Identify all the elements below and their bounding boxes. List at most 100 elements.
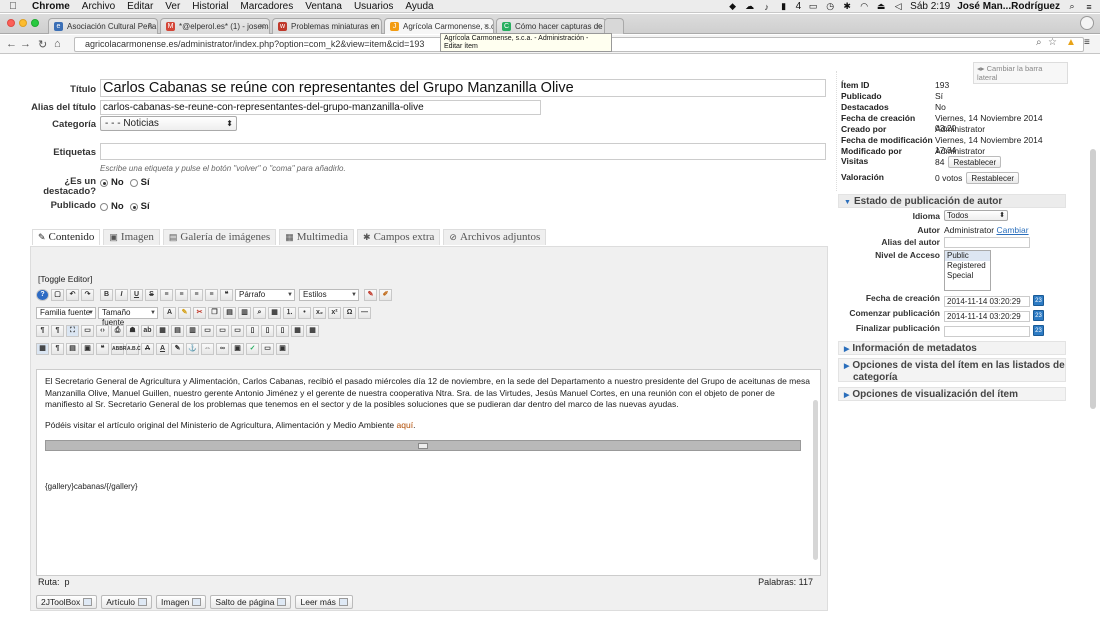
apple-menu-icon[interactable]:  bbox=[0, 1, 26, 12]
help-icon[interactable]: ? bbox=[36, 289, 49, 301]
select-all-icon[interactable]: ▦ bbox=[268, 307, 281, 319]
spotlight-icon[interactable]: ⌕ bbox=[1067, 1, 1077, 12]
pagebreak-button[interactable]: Salto de página bbox=[210, 595, 292, 609]
menu-usuarios[interactable]: Usuarios bbox=[348, 1, 399, 12]
readmore-button[interactable]: Leer más bbox=[295, 595, 353, 609]
media-icon[interactable]: ▣ bbox=[276, 343, 289, 355]
bell-icon[interactable]: ♪ bbox=[762, 2, 772, 12]
iframe-icon[interactable]: ▣ bbox=[81, 343, 94, 355]
featured-no-radio[interactable] bbox=[100, 178, 108, 187]
image-button[interactable]: Imagen bbox=[156, 595, 207, 609]
calendar-icon[interactable]: 23 bbox=[1033, 325, 1044, 336]
eraser-icon[interactable]: ✐ bbox=[379, 289, 392, 301]
path-value[interactable]: p bbox=[65, 577, 70, 587]
cut-icon[interactable]: ✂ bbox=[193, 307, 206, 319]
close-tab-icon[interactable]: × bbox=[260, 21, 265, 31]
attributes-icon[interactable]: ✎ bbox=[171, 343, 184, 355]
publish-down-input[interactable] bbox=[944, 326, 1030, 337]
tab-campos-extra[interactable]: ✱ Campos extra bbox=[357, 229, 441, 245]
numbered-list-icon[interactable]: ⒈ bbox=[283, 307, 296, 319]
page-break-marker[interactable] bbox=[45, 440, 801, 451]
blockquote-icon[interactable]: ❝ bbox=[220, 289, 233, 301]
tab-contenido[interactable]: ✎ Contenido bbox=[32, 229, 101, 245]
clean-code-icon[interactable]: ✎ bbox=[364, 289, 377, 301]
back-arrow-icon[interactable]: ← bbox=[6, 38, 17, 50]
close-tab-icon[interactable]: × bbox=[596, 21, 601, 31]
visual-aid-icon[interactable]: ▦ bbox=[36, 343, 49, 355]
category-select[interactable]: - - - Noticias ⬍ bbox=[100, 116, 237, 131]
show-blocks-icon[interactable]: ¶ bbox=[51, 343, 64, 355]
article-link[interactable]: aquí bbox=[397, 420, 414, 430]
alias-input[interactable]: carlos-cabanas-se-reune-con-representant… bbox=[100, 100, 541, 115]
fullscreen-icon[interactable]: ⛶ bbox=[66, 325, 79, 337]
extension-warning-icon[interactable]: ▲ bbox=[1066, 37, 1076, 48]
font-size-select[interactable]: Tamaño fuente ▼ bbox=[98, 307, 158, 327]
battery-status-icon[interactable]: ▮ bbox=[779, 1, 789, 12]
zoom-window-button[interactable] bbox=[31, 19, 39, 27]
page-scrollbar[interactable] bbox=[1090, 59, 1096, 615]
menu-ayuda[interactable]: Ayuda bbox=[399, 1, 439, 12]
forward-arrow-icon[interactable]: → bbox=[20, 38, 31, 50]
published-yes-radio[interactable] bbox=[129, 202, 138, 211]
copy-icon[interactable]: ❐ bbox=[208, 307, 221, 319]
close-tab-icon[interactable]: × bbox=[148, 21, 153, 31]
display-icon[interactable]: ▭ bbox=[808, 1, 818, 12]
preview-icon[interactable]: ▭ bbox=[81, 325, 94, 337]
menu-archivo[interactable]: Archivo bbox=[76, 1, 121, 12]
profile-icon[interactable] bbox=[1080, 16, 1094, 30]
calendar-icon[interactable]: 23 bbox=[1033, 310, 1044, 321]
align-left-icon[interactable]: ≡ bbox=[160, 289, 173, 301]
tab-archivos-adjuntos[interactable]: ⊘ Archivos adjuntos bbox=[443, 229, 547, 245]
cleanup-icon[interactable]: ☗ bbox=[126, 325, 139, 337]
bullet-list-icon[interactable]: • bbox=[298, 307, 311, 319]
table-cell-props-icon[interactable]: ▥ bbox=[186, 325, 199, 337]
print-icon[interactable]: ⎙ bbox=[111, 325, 124, 337]
menu-historial[interactable]: Historial bbox=[186, 1, 234, 12]
acronym-icon[interactable]: A.B.C. bbox=[126, 343, 142, 355]
close-tab-icon[interactable]: × bbox=[372, 21, 377, 31]
unlink-icon[interactable]: ⇔ bbox=[201, 343, 214, 355]
superscript-icon[interactable]: x² bbox=[328, 307, 341, 319]
character-map-icon[interactable]: Ω bbox=[343, 307, 356, 319]
user-name[interactable]: José Man...Rodríguez bbox=[957, 1, 1060, 12]
rtl-icon[interactable]: ¶ bbox=[51, 325, 64, 337]
featured-yes-radio[interactable] bbox=[129, 178, 138, 187]
volume-icon[interactable]: ◁ bbox=[893, 1, 903, 12]
published-no-radio[interactable] bbox=[100, 202, 108, 211]
access-level-listbox[interactable]: Public Registered Special bbox=[944, 250, 991, 291]
author-alias-input[interactable] bbox=[944, 237, 1030, 248]
redo-icon[interactable]: ↷ bbox=[81, 289, 94, 301]
table-row-props-icon[interactable]: ▤ bbox=[171, 325, 184, 337]
article-button[interactable]: Artículo bbox=[101, 595, 153, 609]
spellcheck-icon[interactable]: ✓ bbox=[246, 343, 259, 355]
page-scrollbar-thumb[interactable] bbox=[1090, 149, 1096, 409]
menu-ver[interactable]: Ver bbox=[159, 1, 186, 12]
subscript-icon[interactable]: x₂ bbox=[313, 307, 326, 319]
close-tab-icon[interactable]: × bbox=[484, 21, 489, 31]
layer-icon[interactable]: ▭ bbox=[261, 343, 274, 355]
anchor-icon[interactable]: ⚓ bbox=[186, 343, 199, 355]
tab-multimedia[interactable]: ▦ Multimedia bbox=[279, 229, 355, 245]
tab-imagen[interactable]: ▣ Imagen bbox=[103, 229, 160, 245]
wifi-icon[interactable]: ◠ bbox=[859, 1, 869, 12]
access-option[interactable]: Public bbox=[945, 251, 990, 261]
author-section-header[interactable]: ▼ Estado de publicación de autor bbox=[838, 194, 1066, 208]
clock[interactable]: Sáb 2:19 bbox=[910, 1, 950, 12]
merge-cells-icon[interactable]: ▦ bbox=[306, 325, 319, 337]
reset-visits-button[interactable]: Restablecer bbox=[948, 156, 1002, 168]
link-icon[interactable]: ∞ bbox=[216, 343, 229, 355]
delete-col-icon[interactable]: ▯ bbox=[276, 325, 289, 337]
notification-center-icon[interactable]: ≡ bbox=[1084, 2, 1094, 12]
paste-icon[interactable]: ▤ bbox=[223, 307, 236, 319]
minimize-window-button[interactable] bbox=[19, 19, 27, 27]
new-document-icon[interactable]: ▢ bbox=[51, 289, 64, 301]
reset-rating-button[interactable]: Restablecer bbox=[966, 172, 1020, 184]
format-select[interactable]: Párrafo ▼ bbox=[235, 289, 295, 301]
cloud-icon[interactable]: ☁ bbox=[745, 1, 755, 12]
bookmark-star-icon[interactable]: ☆ bbox=[1048, 37, 1057, 48]
align-right-icon[interactable]: ≡ bbox=[190, 289, 203, 301]
align-center-icon[interactable]: ≡ bbox=[175, 289, 188, 301]
browser-tab[interactable]: C Cómo hacer capturas de × bbox=[496, 18, 606, 34]
menu-editar[interactable]: Editar bbox=[121, 1, 159, 12]
menu-chrome[interactable]: Chrome bbox=[26, 1, 76, 12]
